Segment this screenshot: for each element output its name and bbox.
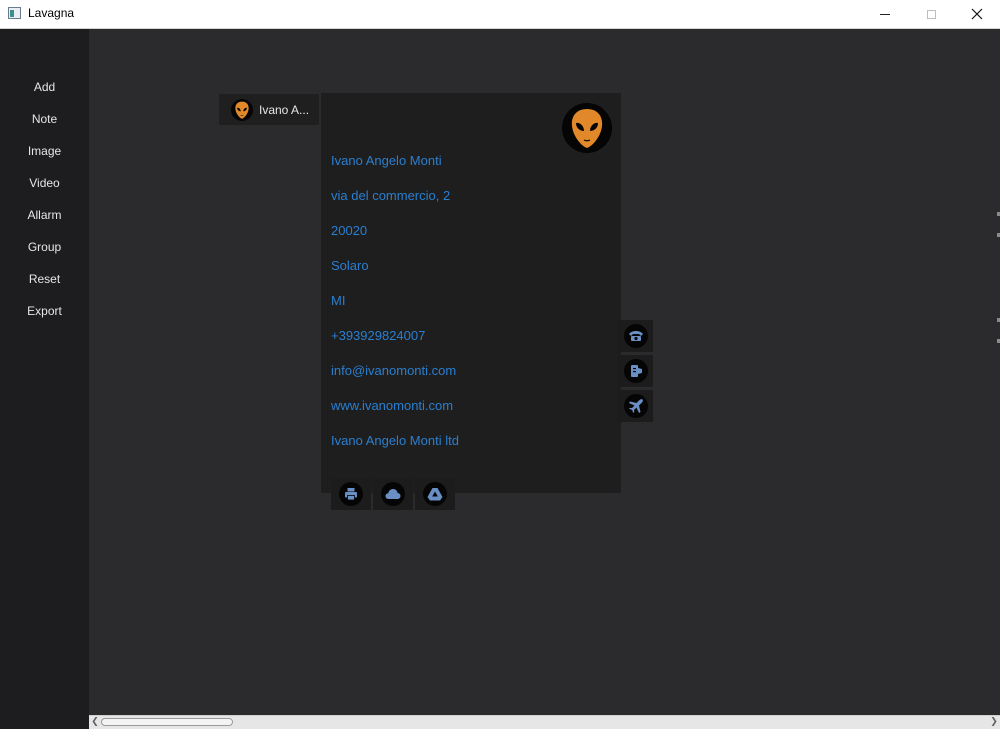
call-button-bg <box>623 324 648 348</box>
drive-button-bg <box>423 482 447 506</box>
horizontal-scrollbar[interactable]: ❮ ❯ <box>89 715 1000 729</box>
sidebar-item-note[interactable]: Note <box>0 108 89 130</box>
maximize-icon <box>926 9 936 19</box>
flight-button[interactable] <box>618 390 653 422</box>
drive-button[interactable] <box>415 478 455 510</box>
close-icon <box>971 8 983 20</box>
scroll-right-icon[interactable]: ❯ <box>988 716 1000 729</box>
contact-phone[interactable]: +393929824007 <box>331 328 425 343</box>
contact-address: via del commercio, 2 <box>331 188 451 203</box>
contact-card-button[interactable] <box>618 355 653 387</box>
close-button[interactable] <box>954 0 1000 28</box>
cloud-button[interactable] <box>373 478 413 510</box>
sidebar: Add Note Image Video Allarm Group Reset … <box>0 29 89 729</box>
contact-tab[interactable]: Ivano A... <box>219 94 319 125</box>
call-button[interactable] <box>618 320 653 352</box>
window-title: Lavagna <box>28 6 75 20</box>
contact-company: Ivano Angelo Monti ltd <box>331 433 459 448</box>
print-icon <box>345 488 357 501</box>
contact-zip: 20020 <box>331 223 368 238</box>
sidebar-item-export[interactable]: Export <box>0 300 89 322</box>
sidebar-item-image[interactable]: Image <box>0 140 89 162</box>
contact-card: Ivano Angelo Monti via del commercio, 2 … <box>321 93 621 493</box>
airplane-icon <box>628 399 643 413</box>
alien-head-icon <box>562 103 612 153</box>
sidebar-item-reset[interactable]: Reset <box>0 268 89 290</box>
contact-card-button-bg <box>623 359 648 383</box>
drive-icon <box>427 488 443 501</box>
flight-button-bg <box>623 394 648 418</box>
app-icon <box>8 7 21 19</box>
contact-city: Solaro <box>331 258 369 273</box>
contact-tab-label: Ivano A... <box>259 102 310 117</box>
contact-email[interactable]: info@ivanomonti.com <box>331 363 456 378</box>
scroll-thumb[interactable] <box>101 718 233 726</box>
sidebar-item-group[interactable]: Group <box>0 236 89 258</box>
contact-name: Ivano Angelo Monti <box>331 153 442 168</box>
minimize-button[interactable] <box>862 0 908 28</box>
cloud-button-bg <box>381 482 405 506</box>
scroll-left-icon[interactable]: ❮ <box>89 716 101 729</box>
title-bar: Lavagna <box>0 0 1000 29</box>
contact-card-icon <box>630 365 642 377</box>
contact-province: MI <box>331 293 346 308</box>
sidebar-item-video[interactable]: Video <box>0 172 89 194</box>
minimize-icon <box>880 13 890 15</box>
maximize-button[interactable] <box>908 0 954 28</box>
cloud-icon <box>385 489 401 499</box>
alien-head-icon <box>231 98 253 121</box>
print-button-bg <box>339 482 363 506</box>
contact-website[interactable]: www.ivanomonti.com <box>331 398 453 413</box>
sidebar-item-add[interactable]: Add <box>0 76 89 98</box>
sidebar-item-allarm[interactable]: Allarm <box>0 204 89 226</box>
phone-icon <box>628 331 643 341</box>
print-button[interactable] <box>331 478 371 510</box>
